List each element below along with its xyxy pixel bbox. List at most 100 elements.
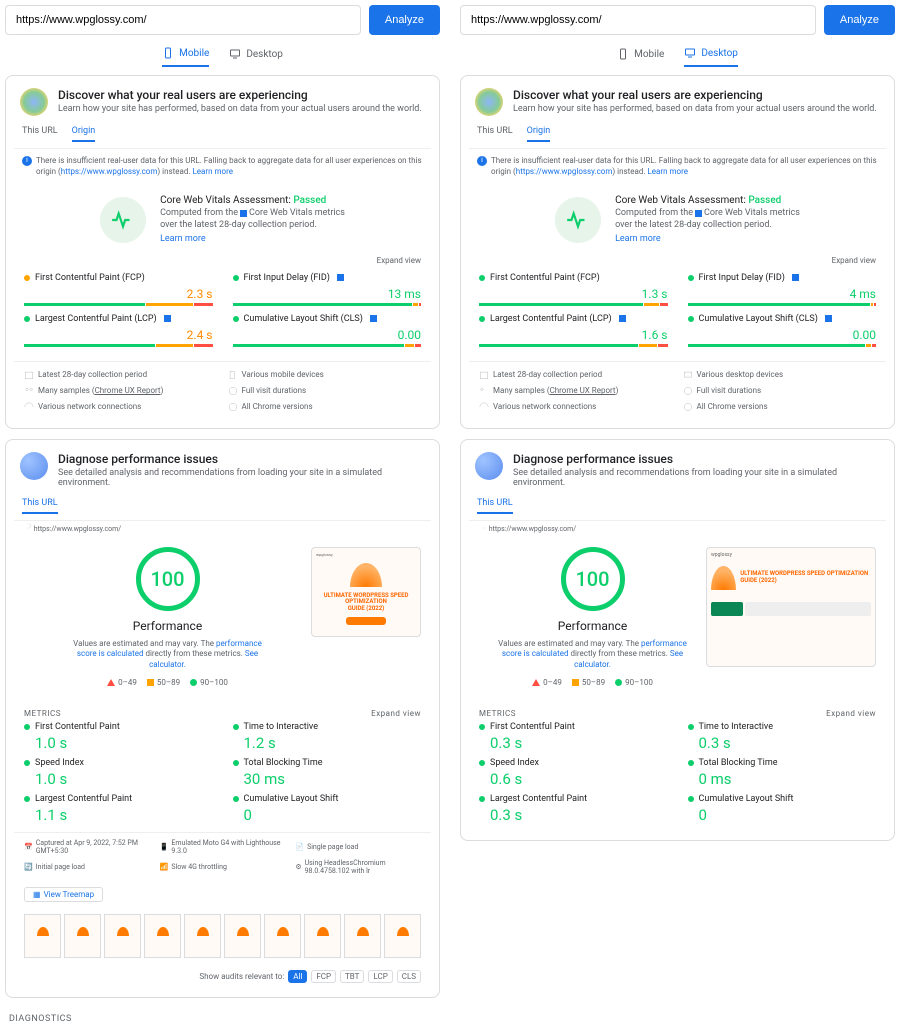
field-data-card: Discover what your real users are experi… (460, 75, 895, 429)
tab-mobile[interactable]: Mobile (162, 47, 209, 67)
tab-desktop[interactable]: Desktop (229, 47, 283, 67)
perf-score-gauge: 100 (136, 547, 200, 611)
fcp-value: 2.3 s (24, 287, 213, 301)
meta-chrome: All Chrome versions (242, 402, 313, 411)
cwv-learn-link[interactable]: Learn more (160, 234, 345, 244)
subtab-origin[interactable]: Origin (72, 126, 96, 142)
perf-label: Performance (479, 619, 706, 633)
tab-mobile[interactable]: Mobile (617, 47, 664, 67)
insufficient-data-note: i There is insufficient real-user data f… (14, 149, 431, 183)
subtab-origin[interactable]: Origin (527, 126, 551, 142)
field-meta: Latest 28-day collection period Various … (14, 361, 431, 420)
cwv-detail: Computed from theCore Web Vitals metrics… (160, 208, 345, 231)
audit-fcp[interactable]: FCP (311, 970, 336, 983)
clock-icon (228, 386, 238, 396)
audit-cls[interactable]: CLS (397, 970, 421, 983)
devices-icon (228, 370, 238, 380)
fid-value: 4 ms (688, 287, 877, 301)
score-legend: 0–49 50–89 90–100 (24, 678, 311, 687)
url-bar: Analyze (5, 5, 440, 35)
capture-info: 📅Captured at Apr 9, 2022, 7:52 PM GMT+5:… (14, 832, 431, 881)
diagnose-card: Diagnose performance issues See detailed… (460, 439, 895, 841)
view-treemap-button[interactable]: ▦ View Treemap (24, 887, 103, 902)
audit-filter: Show audits relevant to: All FCP TBT LCP… (14, 964, 431, 989)
lab-lcp: Largest Contentful Paint0.3 s (479, 794, 668, 824)
field-lcp: Largest Contentful Paint (LCP) 1.6 s (479, 314, 668, 347)
meta-period: Latest 28-day collection period (38, 370, 147, 379)
note-link[interactable]: https://www.wpglossy.com (61, 167, 158, 176)
field-fcp: First Contentful Paint (FCP) 1.3 s (479, 273, 668, 306)
subtab-this-url[interactable]: This URL (477, 126, 513, 142)
expand-metrics[interactable]: Expand view (371, 709, 421, 718)
field-fid: First Input Delay (FID) 4 ms (688, 273, 877, 306)
subtab-this-url[interactable]: This URL (22, 126, 58, 142)
desktop-pane: Analyze Mobile Desktop Discover what you… (460, 5, 895, 1030)
link-icon (24, 523, 32, 531)
diag-title: Diagnose performance issues (58, 452, 425, 466)
info-icon: i (477, 156, 487, 166)
tab-desktop-label: Desktop (246, 49, 283, 60)
diag-tab-this-url[interactable]: This URL (22, 498, 58, 514)
fid-label: First Input Delay (FID) (244, 273, 330, 283)
mobile-icon (162, 47, 174, 59)
lab-tti: Time to Interactive0.3 s (688, 722, 877, 752)
cwv-assessment: Core Web Vitals Assessment: Passed Compu… (14, 183, 431, 255)
expand-view-link[interactable]: Expand view (14, 256, 431, 269)
cls-value: 0.00 (233, 328, 422, 342)
perf-note: Values are estimated and may vary. The p… (498, 639, 688, 670)
note-post: ) instead. (157, 167, 190, 176)
desktop-icon (684, 47, 696, 59)
audit-label: Show audits relevant to: (199, 972, 284, 981)
lab-tbt: Total Blocking Time0 ms (688, 758, 877, 788)
metrics-header: METRICS (24, 709, 61, 718)
diag-title: Diagnose performance issues (513, 452, 880, 466)
screenshot-preview: wpglossy ULTIMATE WORDPRESS SPEED OPTIMI… (706, 547, 876, 667)
audit-tbt[interactable]: TBT (340, 970, 364, 983)
fcp-value: 1.3 s (479, 287, 668, 301)
diagnose-icon (20, 452, 48, 480)
calendar-icon (24, 370, 34, 380)
cwv-title: Core Web Vitals Assessment: Passed (615, 195, 800, 206)
field-cls: Cumulative Layout Shift (CLS) 0.00 (688, 314, 877, 347)
diag-sub: See detailed analysis and recommendation… (513, 468, 880, 488)
audit-all[interactable]: All (288, 970, 307, 983)
expand-view-link[interactable]: Expand view (469, 256, 886, 269)
discover-title: Discover what your real users are experi… (513, 88, 877, 102)
lab-fcp: First Contentful Paint1.0 s (24, 722, 213, 752)
lab-si: Speed Index1.0 s (24, 758, 213, 788)
url-input[interactable] (460, 5, 816, 35)
analyze-button[interactable]: Analyze (824, 5, 895, 35)
diagnose-icon (475, 452, 503, 480)
cls-label: Cumulative Layout Shift (CLS) (244, 314, 363, 324)
lcp-value: 2.4 s (24, 328, 213, 342)
pulse-icon (100, 197, 146, 243)
desktop-icon (229, 48, 241, 60)
diag-url: https://www.wpglossy.com/ (469, 521, 886, 535)
diag-sub: See detailed analysis and recommendation… (58, 468, 425, 488)
meta-visit: Full visit durations (242, 386, 307, 395)
diag-tab-this-url[interactable]: This URL (477, 498, 513, 514)
meta-network: Various network connections (38, 402, 141, 411)
lab-cls: Cumulative Layout Shift0 (688, 794, 877, 824)
perf-note: Values are estimated and may vary. The p… (73, 639, 263, 670)
tab-desktop[interactable]: Desktop (684, 47, 738, 67)
expand-metrics[interactable]: Expand view (826, 709, 876, 718)
tab-mobile-label: Mobile (179, 48, 209, 59)
discover-title: Discover what your real users are experi… (58, 88, 422, 102)
lab-fcp: First Contentful Paint0.3 s (479, 722, 668, 752)
cwv-learn-link[interactable]: Learn more (615, 234, 800, 244)
url-input[interactable] (5, 5, 361, 35)
pulse-icon (555, 197, 601, 243)
network-icon (24, 402, 34, 412)
field-lcp: Largest Contentful Paint (LCP) 2.4 s (24, 314, 213, 347)
tab-mobile-label: Mobile (634, 49, 664, 60)
analyze-button[interactable]: Analyze (369, 5, 440, 35)
note-learn[interactable]: Learn more (192, 167, 232, 176)
diagnose-card: Diagnose performance issues See detailed… (5, 439, 440, 998)
discover-sub: Learn how your site has performed, based… (58, 104, 422, 114)
audit-lcp[interactable]: LCP (368, 970, 392, 983)
subtabs: This URL Origin (14, 120, 431, 149)
lab-lcp: Largest Contentful Paint1.1 s (24, 794, 213, 824)
filmstrip (14, 908, 431, 964)
lab-si: Speed Index0.6 s (479, 758, 668, 788)
